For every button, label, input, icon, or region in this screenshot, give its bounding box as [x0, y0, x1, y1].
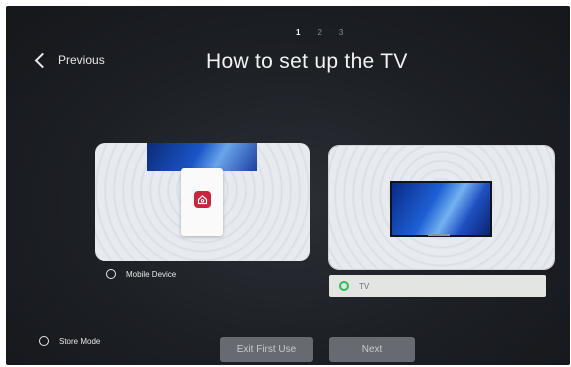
tv-screen: 1 2 3 Previous How to set up the TV Mobi… [6, 6, 570, 365]
radio-unselected-icon [106, 269, 116, 279]
page-title: How to set up the TV [206, 50, 408, 73]
store-mode-label: Store Mode [59, 336, 101, 346]
tv-illustration [390, 181, 492, 237]
previous-button[interactable]: Previous [34, 48, 105, 72]
step-3: 3 [338, 28, 344, 37]
phone-illustration [181, 168, 223, 236]
radio-selected-icon [339, 281, 349, 291]
radio-unselected-icon [39, 336, 49, 346]
mobile-device-option[interactable]: Mobile Device [106, 269, 176, 279]
exit-first-use-button[interactable]: Exit First Use [220, 337, 313, 362]
step-indicator: 1 2 3 [296, 28, 343, 37]
next-button[interactable]: Next [329, 337, 415, 362]
home-app-icon [194, 191, 211, 208]
tv-screen-illustration [147, 143, 257, 171]
step-1: 1 [296, 28, 301, 37]
mobile-device-card[interactable] [95, 143, 310, 261]
tv-stand [428, 234, 450, 236]
mobile-device-label: Mobile Device [126, 269, 177, 279]
chevron-left-icon [34, 52, 51, 68]
tv-label: TV [359, 281, 370, 291]
tv-card[interactable] [329, 146, 554, 269]
tv-photo-frame: 1 2 3 Previous How to set up the TV Mobi… [0, 0, 571, 367]
home-icon [197, 195, 208, 205]
store-mode-option[interactable]: Store Mode [39, 336, 100, 346]
previous-label: Previous [58, 53, 105, 67]
tv-option[interactable]: TV [329, 275, 546, 297]
step-2: 2 [317, 28, 322, 37]
